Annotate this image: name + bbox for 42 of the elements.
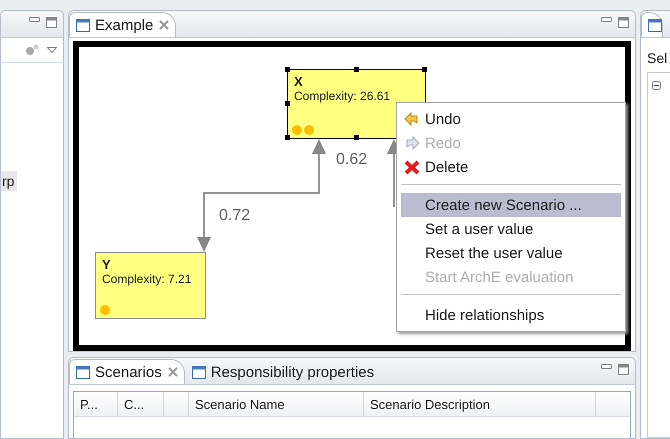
view-tab[interactable] [641, 12, 663, 37]
selection-handle[interactable] [422, 67, 427, 72]
edge-label: 0.72 [219, 207, 250, 225]
status-dot [292, 125, 302, 135]
column-header[interactable]: Scenario Description [364, 392, 596, 416]
panel-tab[interactable]: Responsibility properties [184, 359, 382, 384]
delete-icon [403, 159, 421, 175]
menu-item[interactable]: Reset the user value [401, 241, 621, 265]
panel-label: Sel [647, 50, 668, 66]
panel-tab[interactable]: Scenarios [69, 359, 185, 384]
edge-label: 0.62 [336, 151, 368, 169]
menu-item[interactable]: Create new Scenario ... [401, 193, 621, 217]
column-header[interactable]: P... [74, 392, 118, 416]
view-icon [76, 18, 90, 32]
menu-item[interactable]: Hide relationships [401, 303, 621, 327]
maximize-icon[interactable] [618, 364, 629, 375]
selection-handle[interactable] [354, 135, 358, 140]
view-icon [76, 366, 90, 378]
maximize-icon[interactable] [46, 17, 57, 28]
minimize-icon[interactable] [601, 17, 612, 23]
selection-handle[interactable] [285, 135, 290, 140]
selection-handle[interactable] [285, 101, 290, 106]
close-icon[interactable] [168, 367, 178, 377]
diagram-node[interactable]: Y Complexity: 7.21 [95, 252, 206, 319]
selection-handle[interactable] [354, 67, 358, 72]
dropdown-icon[interactable] [47, 47, 57, 53]
close-icon[interactable] [159, 20, 170, 30]
column-header[interactable]: Scenario Name [189, 392, 364, 416]
view-icon [648, 18, 662, 32]
editor-tab[interactable]: Example [69, 12, 176, 37]
minimize-icon[interactable] [29, 17, 40, 23]
tree-item[interactable]: rp [1, 171, 18, 191]
minimize-icon[interactable] [601, 364, 612, 370]
status-dot [100, 305, 110, 315]
menu-item[interactable]: Set a user value [401, 217, 621, 241]
status-dot [304, 125, 314, 135]
maximize-icon[interactable] [618, 17, 629, 28]
view-icon [192, 366, 206, 378]
collapse-icon[interactable] [652, 81, 661, 90]
column-header[interactable]: C... [118, 392, 164, 416]
selection-handle[interactable] [285, 67, 290, 72]
menu-item[interactable]: Delete [401, 155, 621, 179]
